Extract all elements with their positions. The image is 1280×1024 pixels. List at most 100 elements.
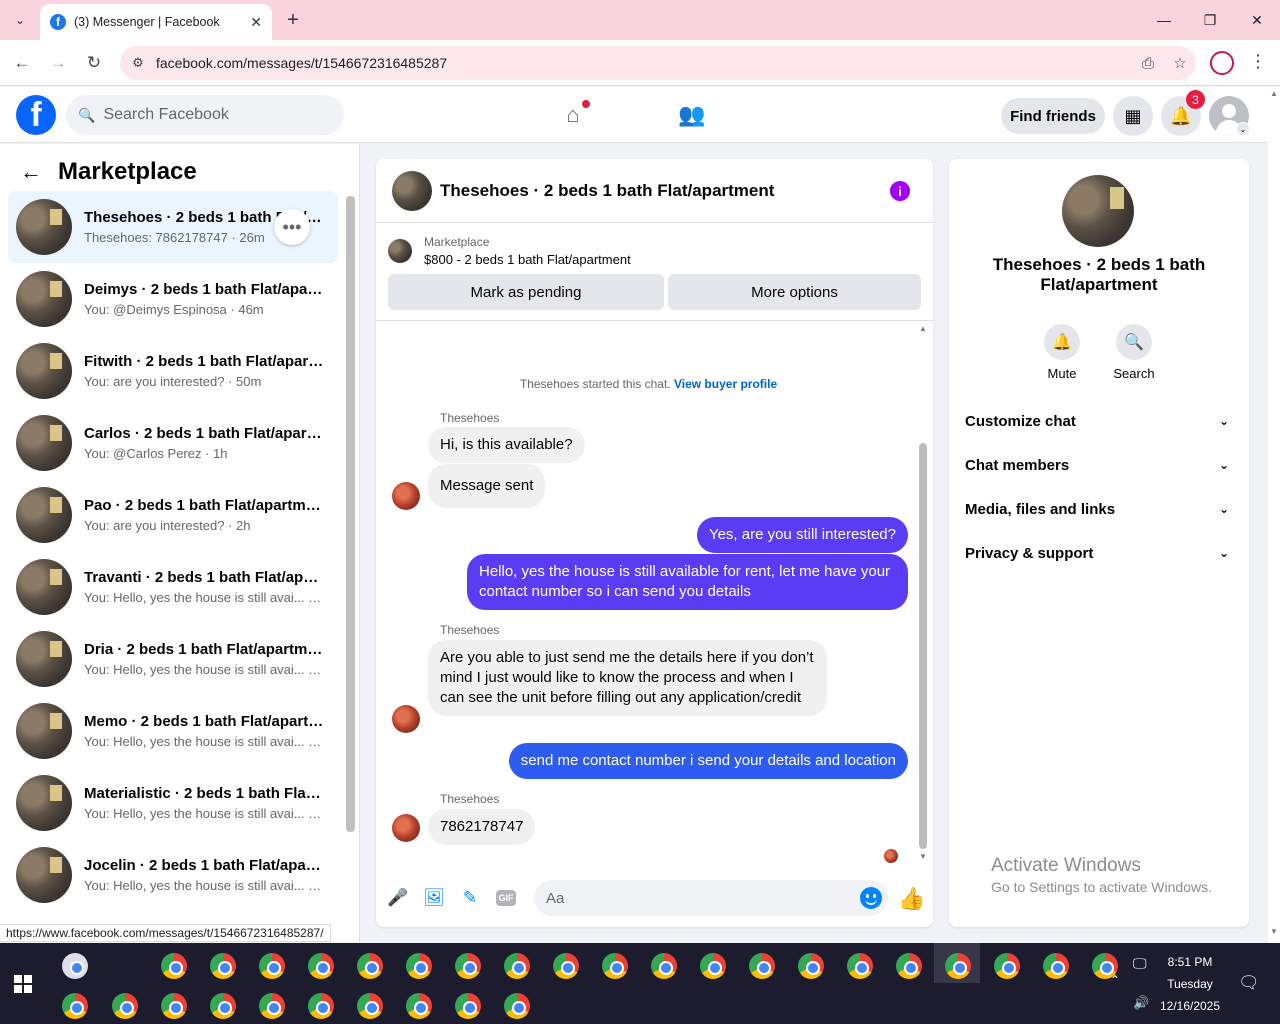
- chrome-taskbar-icon[interactable]: [847, 953, 873, 979]
- chrome-taskbar-icon[interactable]: [945, 953, 971, 979]
- message-input-box[interactable]: [534, 880, 888, 916]
- chrome-taskbar-icon[interactable]: [62, 993, 88, 1019]
- facebook-search[interactable]: 🔍: [66, 95, 344, 135]
- message-bubble[interactable]: Message sent: [428, 464, 546, 508]
- message-bubble[interactable]: Hello, yes the house is still available …: [467, 554, 908, 610]
- chrome-taskbar-icon[interactable]: [406, 993, 432, 1019]
- sender-avatar[interactable]: [392, 705, 420, 733]
- chrome-taskbar-icon[interactable]: [455, 953, 481, 979]
- message-bubble[interactable]: Hi, is this available?: [428, 427, 585, 463]
- message-bubble[interactable]: 7862178747: [428, 809, 536, 845]
- chrome-taskbar-icon[interactable]: [259, 953, 285, 979]
- message-bubble[interactable]: Are you able to just send me the details…: [428, 640, 827, 716]
- mute-action[interactable]: 🔔 Mute: [1032, 324, 1092, 381]
- bell-icon[interactable]: 🔔: [1044, 324, 1080, 360]
- chrome-taskbar-icon[interactable]: [210, 953, 236, 979]
- chrome-taskbar-icon[interactable]: [259, 993, 285, 1019]
- volume-icon[interactable]: 🔊: [1133, 995, 1149, 1011]
- chrome-taskbar-icon[interactable]: [504, 953, 530, 979]
- chrome-taskbar-icon[interactable]: [896, 953, 922, 979]
- chrome-taskbar-icon[interactable]: [308, 953, 334, 979]
- chrome-taskbar-icon[interactable]: [357, 953, 383, 979]
- info-icon[interactable]: i: [890, 181, 910, 201]
- tab-close-icon[interactable]: ✕: [250, 14, 262, 31]
- conversation-item[interactable]: Materialistic · 2 beds 1 bath Flat/apart…: [8, 767, 338, 839]
- install-app-icon[interactable]: ⎙: [1132, 55, 1164, 72]
- conversation-item[interactable]: Pao · 2 beds 1 bath Flat/apartment You: a…: [8, 479, 338, 551]
- forward-button[interactable]: →: [46, 51, 70, 75]
- reload-button[interactable]: ↻: [82, 51, 106, 75]
- bookmark-star-icon[interactable]: ☆: [1164, 54, 1196, 72]
- conversation-item[interactable]: Thesehoes · 2 beds 1 bath Flat/apartment…: [8, 191, 338, 263]
- conversation-item[interactable]: Deimys · 2 beds 1 bath Flat/apartment You…: [8, 263, 338, 335]
- chat-scrollbar[interactable]: [919, 443, 927, 849]
- chrome-taskbar-icon[interactable]: [651, 953, 677, 979]
- chat-listing-thumbnail[interactable]: [392, 170, 432, 211]
- emoji-icon[interactable]: [860, 887, 882, 909]
- restore-button[interactable]: ❐: [1196, 6, 1224, 34]
- friends-icon[interactable]: 👥: [676, 99, 708, 131]
- chat-title[interactable]: Thesehoes · 2 beds 1 bath Flat/apartment: [440, 181, 774, 201]
- marketplace-listing[interactable]: Marketplace $800 - 2 beds 1 bath Flat/ap…: [388, 235, 631, 267]
- facebook-search-input[interactable]: [103, 106, 324, 124]
- chrome-taskbar-icon[interactable]: [1043, 953, 1069, 979]
- chrome-taskbar-icon[interactable]: [161, 953, 187, 979]
- action-center-icon[interactable]: 🗨: [1238, 973, 1260, 993]
- sticker-icon[interactable]: ✎: [458, 886, 482, 910]
- menu-grid-icon[interactable]: ▦: [1113, 96, 1153, 136]
- minimize-button[interactable]: —: [1150, 6, 1178, 34]
- network-icon[interactable]: 🖵: [1133, 955, 1147, 972]
- privacy-support-section[interactable]: Privacy & support ⌄: [957, 533, 1241, 573]
- taskbar-app-icon[interactable]: [62, 953, 88, 979]
- conversation-item[interactable]: Fitwith · 2 beds 1 bath Flat/apartment Yo…: [8, 335, 338, 407]
- thumbs-up-icon[interactable]: 👍: [898, 886, 925, 912]
- browser-profile-icon[interactable]: [1210, 51, 1234, 75]
- windows-start-icon[interactable]: [14, 975, 32, 993]
- chrome-taskbar-icon[interactable]: [112, 993, 138, 1019]
- conversation-item[interactable]: Jocelin · 2 beds 1 bath Flat/apartment Yo…: [8, 839, 338, 911]
- chrome-taskbar-icon[interactable]: [700, 953, 726, 979]
- message-input[interactable]: [546, 889, 860, 907]
- back-button[interactable]: ←: [10, 51, 34, 75]
- chrome-taskbar-icon[interactable]: [161, 993, 187, 1019]
- browser-menu-icon[interactable]: ⋮: [1248, 51, 1268, 75]
- sidebar-scrollbar[interactable]: [346, 196, 355, 832]
- system-clock[interactable]: 8:51 PM Tuesday 12/16/2025: [1150, 951, 1230, 1017]
- microphone-icon[interactable]: 🎤: [386, 886, 410, 910]
- page-scrollbar[interactable]: ▲ ▼: [1268, 87, 1280, 943]
- url-text[interactable]: facebook.com/messages/t/1546672316485287: [156, 55, 1132, 71]
- listing-profile-photo[interactable]: [1062, 175, 1134, 247]
- browser-tab[interactable]: f (3) Messenger | Facebook ✕: [40, 4, 272, 40]
- sender-avatar[interactable]: [392, 814, 420, 842]
- chrome-taskbar-icon[interactable]: [210, 993, 236, 1019]
- chrome-taskbar-icon[interactable]: [749, 953, 775, 979]
- chrome-taskbar-icon[interactable]: [994, 953, 1020, 979]
- mark-as-pending-button[interactable]: Mark as pending: [388, 274, 664, 310]
- message-bubble[interactable]: send me contact number i send your detai…: [508, 743, 908, 779]
- media-files-links-section[interactable]: Media, files and links ⌄: [957, 489, 1241, 529]
- back-arrow-icon[interactable]: ←: [20, 159, 42, 185]
- chrome-taskbar-icon[interactable]: [504, 993, 530, 1019]
- facebook-logo-icon[interactable]: f: [16, 95, 56, 135]
- chrome-taskbar-icon[interactable]: [455, 993, 481, 1019]
- scroll-up-arrow-icon[interactable]: ▲: [919, 324, 927, 333]
- conversation-item[interactable]: Travanti · 2 beds 1 bath Flat/apartment Y…: [8, 551, 338, 623]
- new-tab-button[interactable]: +: [282, 8, 304, 32]
- sender-avatar[interactable]: [392, 482, 420, 510]
- tray-chevron-icon[interactable]: ⌃: [1110, 973, 1120, 987]
- chrome-taskbar-icon[interactable]: [406, 953, 432, 979]
- conversation-item[interactable]: Dria · 2 beds 1 bath Flat/apartment You: …: [8, 623, 338, 695]
- search-icon[interactable]: 🔍: [1116, 324, 1152, 360]
- view-buyer-profile-link[interactable]: View buyer profile: [674, 377, 777, 391]
- chat-members-section[interactable]: Chat members ⌄: [957, 445, 1241, 485]
- chrome-taskbar-icon[interactable]: [602, 953, 628, 979]
- message-bubble[interactable]: Yes, are you still interested?: [696, 517, 908, 553]
- site-info-icon[interactable]: ⚙: [120, 55, 156, 71]
- close-window-button[interactable]: ✕: [1243, 6, 1271, 34]
- chrome-taskbar-icon[interactable]: [553, 953, 579, 979]
- more-options-button[interactable]: More options: [668, 274, 921, 310]
- scroll-down-arrow-icon[interactable]: ▼: [919, 852, 927, 861]
- photo-icon[interactable]: 🖼: [422, 886, 446, 910]
- chrome-taskbar-icon[interactable]: [357, 993, 383, 1019]
- conversation-item[interactable]: Carlos · 2 beds 1 bath Flat/apartment You…: [8, 407, 338, 479]
